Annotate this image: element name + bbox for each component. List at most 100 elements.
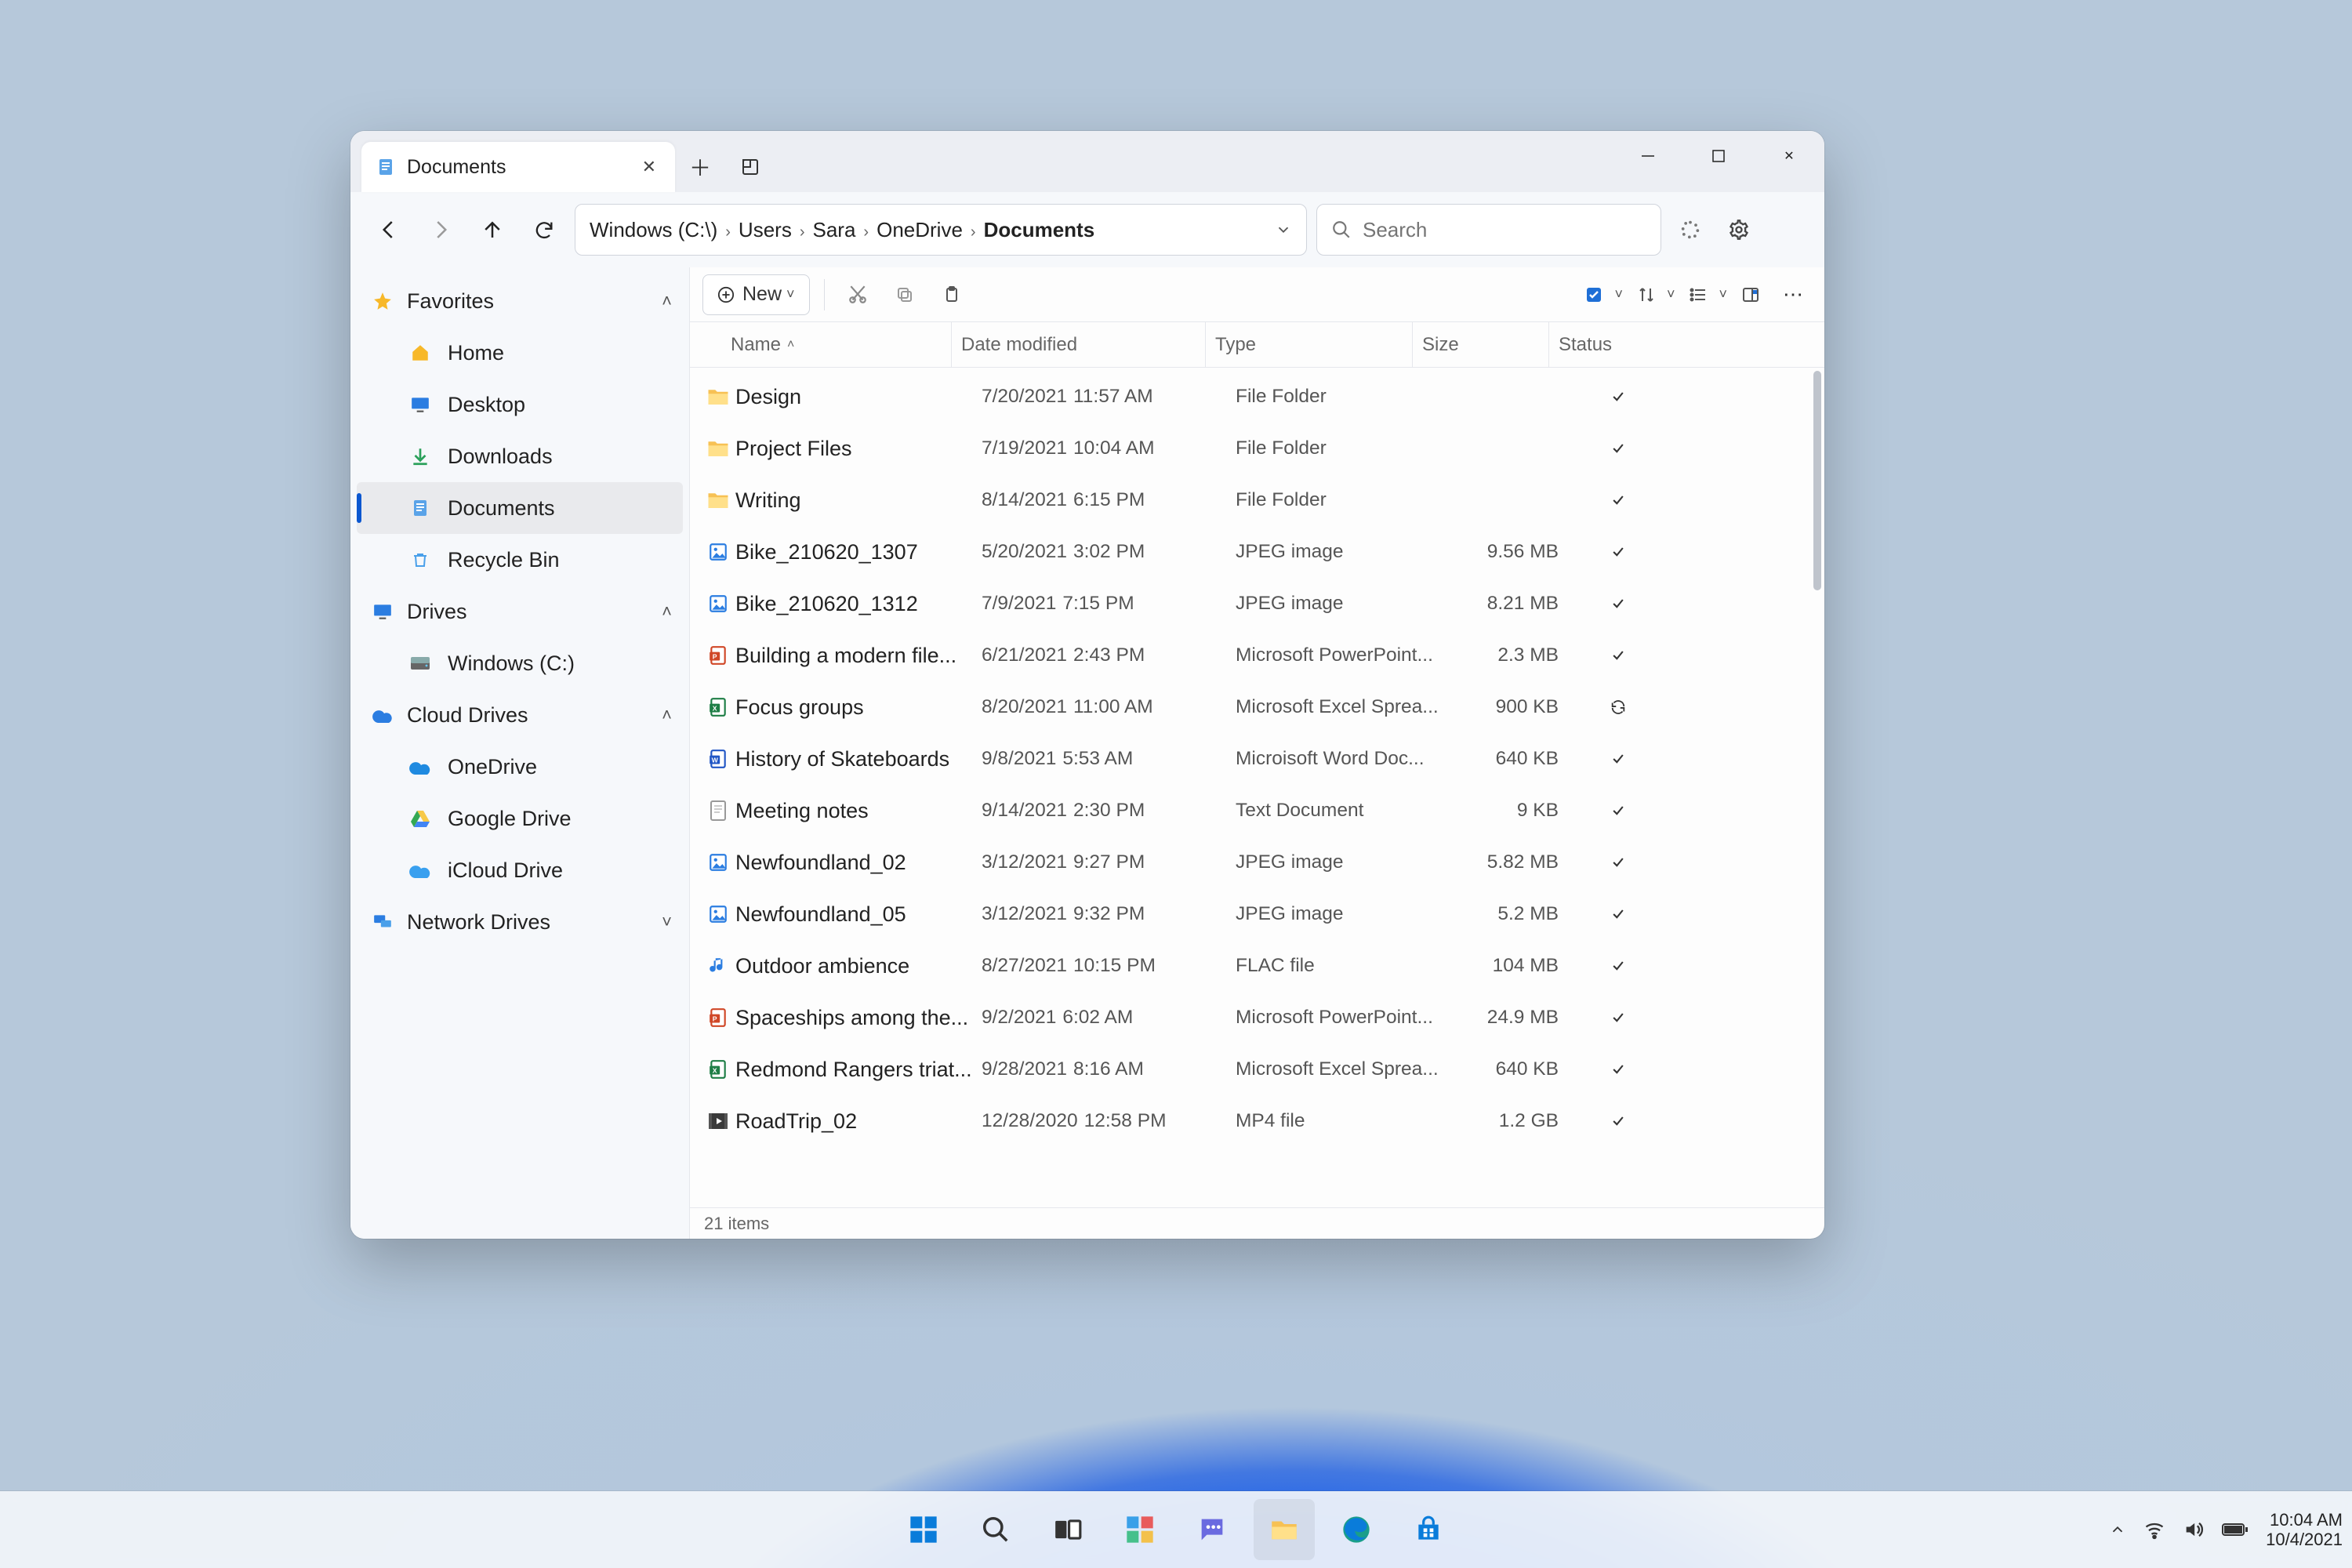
sidebar-item[interactable]: Home [357,327,683,379]
chevron-down-icon[interactable]: ˅ [1667,286,1675,303]
sidebar-header-network[interactable]: Network Drives ˅ [357,896,683,948]
file-row[interactable]: Meeting notes9/14/20212:30 PMText Docume… [701,785,1824,837]
sort-button[interactable] [1628,276,1665,314]
tab-overview-button[interactable] [725,142,775,192]
chevron-right-icon: › [800,223,805,241]
settings-button[interactable] [1719,210,1759,249]
chevron-up-icon[interactable]: ˄ [662,601,672,622]
sidebar-item[interactable]: OneDrive [357,741,683,793]
address-dropdown-icon[interactable] [1275,221,1292,238]
breadcrumb-segment[interactable]: OneDrive [877,218,963,241]
breadcrumb-segment[interactable]: Documents [984,218,1095,241]
scrollbar-thumb[interactable] [1813,371,1821,590]
tab-documents[interactable]: Documents ✕ [361,142,675,192]
widgets-button[interactable] [1109,1499,1171,1560]
file-row[interactable]: Bike_210620_13075/20/20213:02 PMJPEG ima… [701,526,1824,578]
gdrive-icon [408,807,432,830]
close-window-button[interactable]: ✕ [1754,131,1824,181]
select-button[interactable] [1575,276,1613,314]
minimize-button[interactable] [1613,131,1683,181]
details-pane-button[interactable] [1732,276,1769,314]
file-row[interactable]: XRedmond Rangers triat...9/28/20218:16 A… [701,1044,1824,1095]
clock-date: 10/4/2021 [2266,1530,2343,1549]
refresh-button[interactable] [523,209,565,251]
sidebar-item[interactable]: Documents [357,482,683,534]
edge-button[interactable] [1326,1499,1387,1560]
file-row[interactable]: RoadTrip_0212/28/202012:58 PMMP4 file1.2… [701,1095,1824,1147]
recycle-bin-icon [408,548,432,572]
sidebar-item[interactable]: Downloads [357,430,683,482]
column-header-type[interactable]: Type [1206,322,1413,367]
column-header-status[interactable]: Status [1549,322,1686,367]
sidebar-item[interactable]: Google Drive [357,793,683,844]
cut-button[interactable] [839,276,877,314]
file-row[interactable]: Newfoundland_023/12/20219:27 PMJPEG imag… [701,837,1824,888]
file-row[interactable]: WHistory of Skateboards9/8/20215:53 AMMi… [701,733,1824,785]
column-header-name[interactable]: Name ˄ [701,322,952,367]
search-box[interactable] [1316,204,1661,256]
file-row[interactable]: PBuilding a modern file...6/21/20212:43 … [701,630,1824,681]
up-button[interactable] [471,209,514,251]
back-button[interactable] [368,209,410,251]
more-button[interactable]: ⋯ [1774,276,1812,314]
chevron-down-icon[interactable]: ˅ [662,912,672,932]
chevron-up-icon[interactable]: ˄ [662,291,672,311]
battery-icon[interactable] [2222,1522,2249,1537]
sidebar-header-drives[interactable]: Drives ˄ [357,586,683,637]
chevron-down-icon[interactable]: ˅ [1614,286,1623,303]
breadcrumb-segment[interactable]: Windows (C:\) [590,218,717,241]
drive-icon [408,652,432,675]
volume-icon[interactable] [2183,1519,2205,1541]
copy-button[interactable] [886,276,924,314]
breadcrumb-segment[interactable]: Sara [813,218,856,241]
file-row[interactable]: Bike_210620_13127/9/20217:15 PMJPEG imag… [701,578,1824,630]
column-header-size[interactable]: Size [1413,322,1549,367]
file-row[interactable]: PSpaceships among the...9/2/20216:02 AMM… [701,992,1824,1044]
chevron-up-icon[interactable]: ˄ [662,705,672,725]
search-icon [1331,220,1352,240]
documents-icon [408,496,432,520]
file-row[interactable]: Outdoor ambience8/27/202110:15 PMFLAC fi… [701,940,1824,992]
wifi-icon[interactable] [2143,1519,2165,1541]
forward-button[interactable] [419,209,462,251]
new-button[interactable]: New ˅ [702,274,810,315]
file-row[interactable]: Project Files7/19/202110:04 AMFile Folde… [701,423,1824,474]
maximize-button[interactable] [1683,131,1754,181]
file-row[interactable]: Design7/20/202111:57 AMFile Folder [701,371,1824,423]
tray-overflow-button[interactable] [2109,1521,2126,1538]
new-tab-button[interactable]: ＋ [675,142,725,192]
close-tab-icon[interactable]: ✕ [637,152,661,182]
store-button[interactable] [1398,1499,1459,1560]
file-name: Project Files [735,437,982,461]
view-button[interactable] [1679,276,1717,314]
task-view-button[interactable] [1037,1499,1098,1560]
chat-button[interactable] [1181,1499,1243,1560]
sidebar-header-favorites[interactable]: Favorites ˄ [357,275,683,327]
sidebar-item-label: Desktop [448,393,525,417]
file-status-icon [1579,906,1657,922]
column-header-date[interactable]: Date modified [952,322,1206,367]
chevron-down-icon[interactable]: ˅ [1719,286,1727,303]
file-status-icon [1579,751,1657,767]
file-date: 6/21/20212:43 PM [982,644,1236,666]
file-type: Microsoft Excel Sprea... [1236,1058,1443,1080]
taskbar-search-button[interactable] [965,1499,1026,1560]
sidebar-header-cloud[interactable]: Cloud Drives ˄ [357,689,683,741]
address-bar[interactable]: Windows (C:\)›Users›Sara›OneDrive›Docume… [575,204,1307,256]
file-row[interactable]: Writing8/14/20216:15 PMFile Folder [701,474,1824,526]
file-row[interactable]: Newfoundland_053/12/20219:32 PMJPEG imag… [701,888,1824,940]
file-type: Microisoft Word Doc... [1236,748,1443,770]
file-date: 7/9/20217:15 PM [982,593,1236,615]
search-input[interactable] [1363,218,1646,242]
file-row[interactable]: XFocus groups8/20/202111:00 AMMicrosoft … [701,681,1824,733]
file-type: File Folder [1236,489,1443,511]
sidebar-item[interactable]: Windows (C:) [357,637,683,689]
sidebar-item[interactable]: iCloud Drive [357,844,683,896]
file-explorer-taskbar-button[interactable] [1254,1499,1315,1560]
sidebar-item[interactable]: Recycle Bin [357,534,683,586]
start-button[interactable] [893,1499,954,1560]
taskbar-clock[interactable]: 10:04 AM 10/4/2021 [2266,1510,2343,1550]
sidebar-item[interactable]: Desktop [357,379,683,430]
paste-button[interactable] [933,276,971,314]
breadcrumb-segment[interactable]: Users [739,218,792,241]
